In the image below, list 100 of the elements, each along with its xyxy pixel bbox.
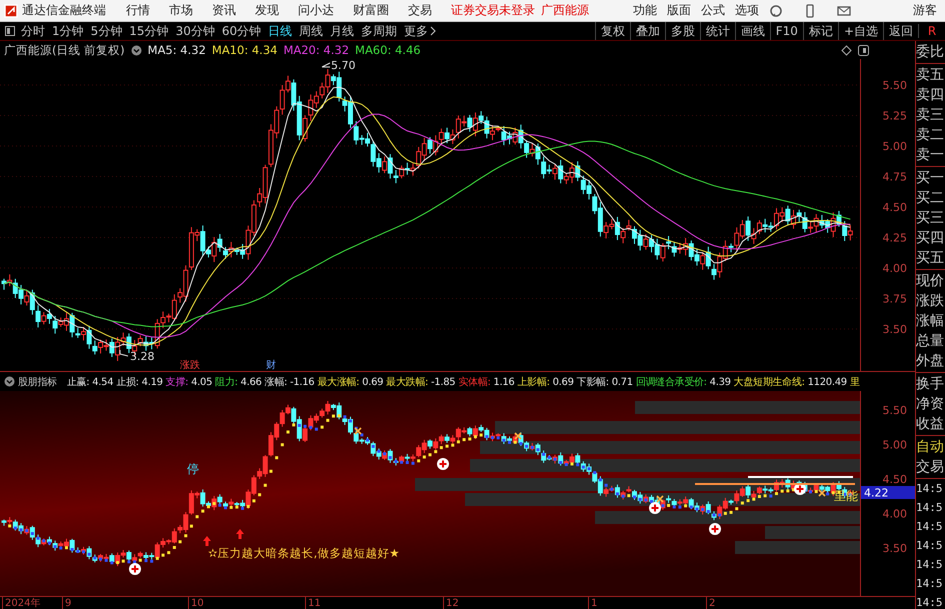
axis-label: 5.00 — [882, 140, 907, 153]
menu-item[interactable]: 交易 — [408, 2, 432, 19]
chevron-icon[interactable] — [430, 26, 436, 36]
plus-circle-icon — [709, 523, 721, 535]
quote-field-label: 买一 — [916, 169, 945, 188]
axis-label: 4.25 — [882, 232, 907, 244]
cross-icon — [354, 427, 362, 435]
axis-label: 5.50 — [882, 79, 907, 92]
dropdown-icon[interactable] — [130, 44, 142, 56]
indicator-value: 阻力: 4.66 — [215, 376, 262, 388]
axis-label: 5.50 — [882, 404, 907, 417]
menu-item[interactable]: 公式 — [701, 2, 725, 19]
ma-value: MA10: 4.34 — [212, 43, 278, 57]
quote-field-label: 卖二 — [916, 126, 945, 145]
leader-line — [120, 350, 128, 356]
chart-title: 广西能源(日线 前复权) — [4, 42, 125, 58]
quote-field-label: 换手 — [916, 375, 945, 394]
period-tab[interactable]: 日线 — [268, 22, 292, 40]
date-label: 10 — [188, 597, 204, 609]
user-name[interactable]: 游客 — [913, 2, 937, 19]
period-tab[interactable]: 15分钟 — [129, 22, 169, 40]
indicator-value: 上影幅: 0.69 — [518, 376, 574, 388]
mail-icon[interactable] — [837, 4, 851, 18]
period-tab[interactable]: 30分钟 — [176, 22, 215, 40]
ma-value: MA5: 4.32 — [148, 43, 206, 57]
period-tab[interactable]: 分时 — [21, 22, 45, 40]
toolbar-button[interactable]: 统计 — [700, 22, 735, 40]
menu-item[interactable]: 版面 — [667, 2, 691, 19]
period-tab[interactable]: 1分钟 — [52, 22, 84, 40]
axis-label: 4.00 — [882, 262, 907, 275]
corner-label[interactable]: R — [918, 24, 945, 38]
toolbar-button[interactable]: F10 — [770, 22, 803, 40]
cross-icon — [818, 489, 826, 497]
menu-item[interactable]: 功能 — [633, 2, 657, 19]
axis-label: 5.00 — [882, 438, 907, 452]
quote-field-label: 卖三 — [916, 106, 945, 125]
diamond-icon[interactable] — [841, 44, 852, 56]
toolbar-button[interactable]: 复权 — [594, 22, 630, 40]
chart-note: ✫压力越大暗条越长,做多越短越好★ — [208, 546, 400, 560]
period-tab[interactable]: 60分钟 — [222, 22, 262, 40]
quote-field-label: 买四 — [916, 229, 945, 248]
plus-circle-icon — [129, 563, 141, 575]
date-label: 1 — [588, 597, 598, 609]
menu-item[interactable]: 资讯 — [212, 2, 236, 19]
toolbar-button[interactable]: 标记 — [802, 22, 838, 40]
trade-tab[interactable]: 自动 — [916, 437, 945, 457]
trade-time: 14:5 — [916, 576, 944, 592]
menu-item[interactable]: 市场 — [169, 2, 193, 19]
panel-toggle-icon[interactable] — [5, 26, 15, 36]
indicator-value: 回调缝合承受价: 4.39 — [636, 376, 731, 388]
indicator-name[interactable]: 股朋指标 — [18, 374, 57, 388]
menu-item[interactable]: 财富圈 — [353, 2, 389, 19]
menu-item[interactable]: 发现 — [255, 2, 279, 19]
plus-circle-icon — [437, 458, 449, 470]
ma-value: MA20: 4.32 — [283, 43, 350, 57]
quote-field-label: 净资 — [916, 395, 945, 414]
quote-field-label: 外盘 — [916, 352, 945, 371]
indicator-value: 最大涨幅: 0.69 — [317, 376, 384, 388]
toolbar-button[interactable]: 返回 — [883, 22, 918, 40]
toolbar-button[interactable]: 画线 — [734, 22, 770, 40]
dropdown-icon[interactable] — [4, 376, 15, 387]
period-tab[interactable]: 更多 — [404, 22, 436, 40]
login-status-text: 证券交易未登录 — [451, 2, 535, 19]
axis-label: 5.25 — [882, 110, 907, 122]
quote-field-label: 买五 — [916, 249, 945, 268]
quote-field-label: 总量 — [916, 332, 945, 351]
period-tab[interactable]: 多周期 — [361, 22, 398, 40]
axis-label: 3.50 — [882, 542, 907, 555]
stop-marker: 停 — [187, 462, 199, 476]
period-tab[interactable]: 月线 — [330, 22, 354, 40]
trade-time: 14:5 — [916, 519, 944, 535]
toolbar-button[interactable]: 多股 — [664, 22, 700, 40]
menu-item[interactable]: 选项 — [735, 2, 759, 19]
cross-icon — [514, 432, 522, 440]
period-tab[interactable]: 周线 — [299, 22, 324, 40]
indicator-value: 涨幅: -1.16 — [264, 376, 314, 388]
period-tab[interactable]: 5分钟 — [90, 22, 122, 40]
quote-field-label: 买三 — [916, 209, 945, 228]
menu-item[interactable]: 问小达 — [298, 2, 334, 19]
menu-item[interactable]: 行情 — [126, 2, 150, 19]
axis-label: 4.50 — [882, 473, 907, 486]
price-tag: 4.22 — [861, 486, 915, 500]
quote-field-label: 买二 — [916, 189, 945, 208]
trade-time: 14:5 — [916, 557, 944, 573]
indicator-value: 最大跌幅: -1.85 — [386, 376, 456, 388]
toolbar-button[interactable]: 叠加 — [630, 22, 665, 40]
app-title: 通达信金融终端 — [22, 2, 106, 19]
event-marker: 涨跌 — [180, 360, 200, 371]
axis-label: 3.75 — [882, 292, 907, 306]
panel-toggle-icon[interactable] — [858, 44, 869, 56]
quote-field-label: 收益 — [916, 415, 945, 434]
indicator-value: 支撑: 4.05 — [166, 376, 212, 388]
up-arrow-icon — [236, 529, 244, 539]
ma-value: MA60: 4.46 — [355, 43, 421, 57]
trade-tab[interactable]: 交易 — [916, 457, 945, 477]
trade-time: 14:5 — [916, 595, 944, 609]
quote-field-label: 卖五 — [916, 66, 945, 85]
plus-circle-icon — [649, 502, 661, 514]
toolbar-button[interactable]: +自选 — [838, 22, 883, 40]
axis-label: 3.50 — [882, 323, 907, 336]
